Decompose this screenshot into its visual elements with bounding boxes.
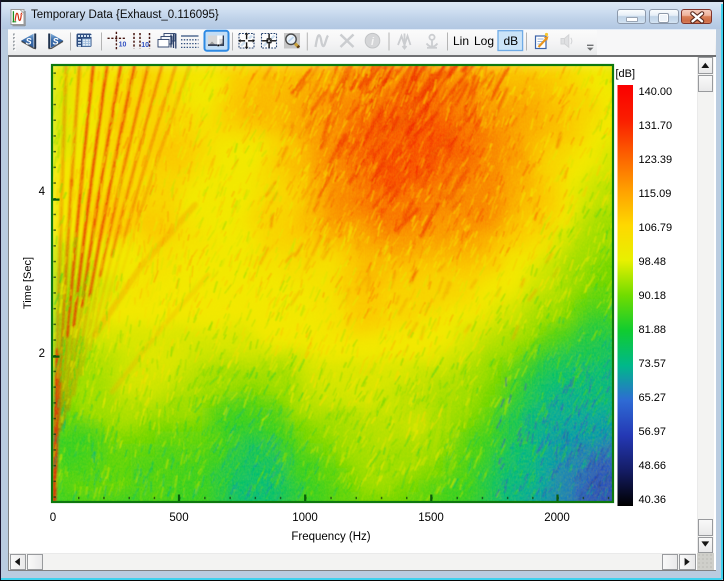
svg-text:S: S [26, 37, 32, 47]
svg-text:10: 10 [141, 42, 149, 49]
svg-text:Log: Log [474, 34, 494, 48]
svg-text:10: 10 [119, 41, 127, 48]
svg-text:Lin: Lin [453, 34, 469, 48]
svg-text:dB: dB [504, 34, 519, 48]
svg-text:S: S [53, 37, 59, 47]
